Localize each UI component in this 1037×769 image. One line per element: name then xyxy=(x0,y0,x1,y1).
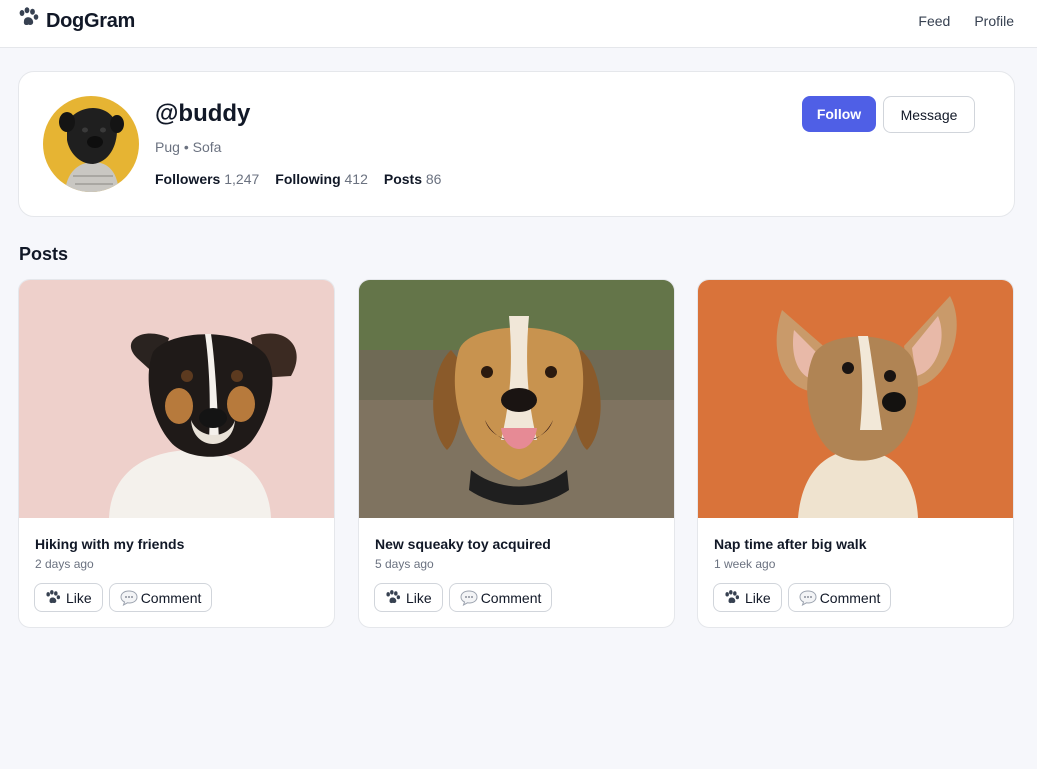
app-name: DogGram xyxy=(46,9,136,32)
like-button[interactable]: Like xyxy=(374,583,443,612)
like-label: Like xyxy=(406,589,432,606)
top-bar: DogGram Feed Profile xyxy=(0,0,1037,48)
post-card[interactable]: Hiking with my friends 2 days ago Like C… xyxy=(18,279,335,628)
follow-button[interactable]: Follow xyxy=(802,96,876,132)
brand-logo[interactable]: DogGram xyxy=(18,7,136,35)
comment-label: Comment xyxy=(140,589,202,606)
speech-bubble-icon xyxy=(799,589,817,606)
stat-value: 1,247 xyxy=(224,171,260,187)
stat-value: 86 xyxy=(425,171,442,187)
comment-button[interactable]: Comment xyxy=(448,583,553,612)
paw-icon xyxy=(385,589,403,606)
posts-section-title: Posts xyxy=(19,244,69,264)
paw-icon xyxy=(724,589,742,606)
post-title: Nap time after big walk xyxy=(714,536,867,552)
stat-followers[interactable]: Followers 1,247 xyxy=(155,171,259,187)
profile-username: @buddy xyxy=(155,100,251,127)
post-timestamp: 5 days ago xyxy=(375,557,434,571)
comment-button[interactable]: Comment xyxy=(108,583,213,612)
profile-location: Sofa xyxy=(192,139,222,155)
like-button[interactable]: Like xyxy=(34,583,103,612)
post-timestamp: 2 days ago xyxy=(35,557,94,571)
post-actions: Like Comment xyxy=(34,583,213,612)
like-label: Like xyxy=(745,589,771,606)
profile-stats: Followers 1,247 Following 412 Posts 86 xyxy=(155,171,441,187)
paw-icon xyxy=(45,589,63,606)
meta-separator: • xyxy=(183,139,189,155)
stat-following[interactable]: Following 412 xyxy=(275,171,368,187)
comment-button[interactable]: Comment xyxy=(787,583,892,612)
profile-meta: Pug • Sofa xyxy=(155,139,221,155)
stat-value: 412 xyxy=(344,171,368,187)
stat-label: Following xyxy=(275,171,341,187)
post-photo[interactable] xyxy=(19,280,334,518)
profile-card: @buddy Pug • Sofa Followers 1,247 Follow… xyxy=(18,71,1015,217)
nav-feed-link[interactable]: Feed xyxy=(918,13,950,29)
post-card[interactable]: New squeaky toy acquired 5 days ago Like… xyxy=(358,279,675,628)
post-card[interactable]: Nap time after big walk 1 week ago Like … xyxy=(697,279,1014,628)
message-button[interactable]: Message xyxy=(883,96,975,133)
stat-posts[interactable]: Posts 86 xyxy=(384,171,442,187)
post-timestamp: 1 week ago xyxy=(714,557,776,571)
speech-bubble-icon xyxy=(460,589,478,606)
stat-label: Followers xyxy=(155,171,221,187)
post-photo[interactable] xyxy=(359,280,674,518)
speech-bubble-icon xyxy=(120,589,138,606)
nav-profile-link[interactable]: Profile xyxy=(974,13,1014,29)
profile-breed: Pug xyxy=(155,139,180,155)
post-title: Hiking with my friends xyxy=(35,536,185,552)
post-actions: Like Comment xyxy=(713,583,892,612)
paw-icon xyxy=(18,7,42,35)
post-photo[interactable] xyxy=(698,280,1013,518)
comment-label: Comment xyxy=(480,589,542,606)
top-nav: Feed Profile xyxy=(918,13,1014,29)
stat-label: Posts xyxy=(383,171,422,187)
post-title: New squeaky toy acquired xyxy=(375,536,551,552)
avatar xyxy=(43,96,139,192)
post-actions: Like Comment xyxy=(374,583,553,612)
like-button[interactable]: Like xyxy=(713,583,782,612)
like-label: Like xyxy=(66,589,92,606)
comment-label: Comment xyxy=(819,589,881,606)
